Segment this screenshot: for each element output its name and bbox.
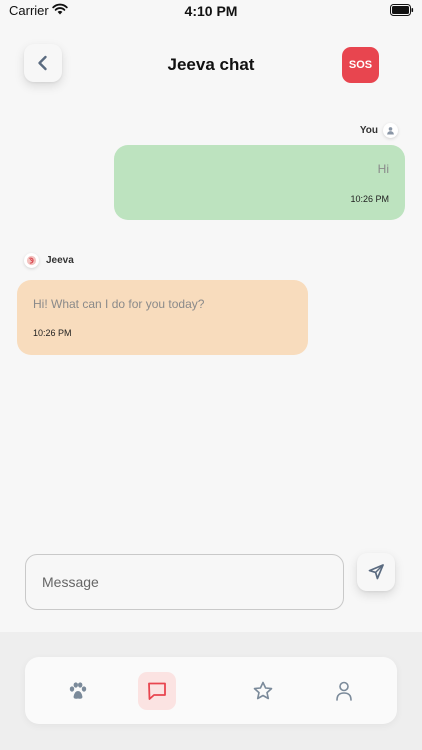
star-icon [253,681,273,699]
sender-label-jeeva: Jeeva [24,253,74,268]
send-button[interactable] [357,553,395,591]
status-bar: Carrier 4:10 PM [0,0,422,22]
sender-label-you: You [360,123,398,138]
battery-icon [390,4,414,16]
message-bubble-outgoing: Hi 10:26 PM [114,145,405,220]
user-avatar [383,123,398,138]
send-icon [368,564,384,580]
sender-name: Jeeva [46,255,74,266]
message-timestamp: 10:26 PM [350,194,389,204]
message-input[interactable] [25,554,344,610]
profile-icon [336,681,352,701]
sos-button[interactable]: SOS [342,47,379,83]
user-icon [387,127,394,135]
sender-name: You [359,125,378,136]
nav-tab-profile[interactable] [319,657,369,724]
jeeva-logo-icon [26,255,37,266]
message-bubble-incoming: Hi! What can I do for you today? 10:26 P… [17,280,308,355]
message-text: Hi [377,162,389,176]
nav-tab-pets[interactable] [53,657,103,724]
message-timestamp: 10:26 PM [33,328,72,338]
bottom-nav [25,657,397,724]
chat-icon [148,682,166,700]
message-text: Hi! What can I do for you today? [33,297,205,311]
paw-icon [69,681,87,699]
nav-tab-chat[interactable] [132,657,182,724]
nav-tab-favorites[interactable] [238,657,288,724]
jeeva-avatar [24,253,39,268]
status-time: 4:10 PM [184,3,238,19]
